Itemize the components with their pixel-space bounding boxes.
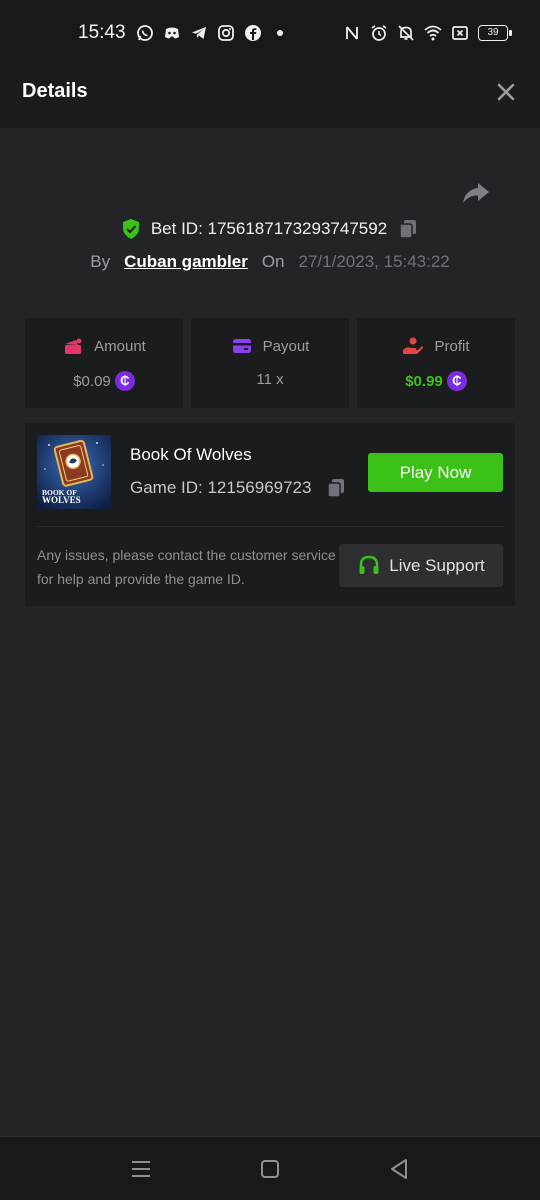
game-card: BOOK OF WOLVES Book Of Wolves Game ID: 1…	[25, 423, 515, 606]
instagram-icon	[218, 25, 234, 41]
recent-apps-icon[interactable]	[129, 1157, 153, 1181]
user-link[interactable]: Cuban gambler	[124, 252, 248, 272]
status-time: 15:43	[78, 22, 126, 43]
payout-card: Payout 11 x	[191, 318, 349, 408]
back-icon[interactable]	[387, 1157, 411, 1181]
wifi-icon	[424, 25, 442, 41]
profit-card: Profit $0.99 ₵	[357, 318, 515, 408]
game-cover-image: BOOK OF WOLVES	[37, 435, 111, 509]
share-icon[interactable]	[460, 177, 492, 209]
verified-shield-icon	[122, 219, 139, 239]
game-id-row: Game ID: 12156969723	[130, 477, 347, 499]
close-icon[interactable]	[494, 80, 518, 104]
profit-icon	[403, 337, 424, 354]
amount-value: $0.09	[73, 372, 111, 390]
bell-off-icon	[398, 25, 414, 41]
help-text: Any issues, please contact the customer …	[37, 547, 336, 587]
bet-id: Bet ID: 1756187173293747592	[150, 219, 388, 238]
divider	[37, 526, 503, 527]
bet-date: 27/1/2023, 15:43:22	[298, 252, 450, 271]
system-nav-bar	[0, 1136, 540, 1200]
play-now-button[interactable]: Play Now	[368, 453, 503, 492]
details-header: Details	[0, 56, 540, 128]
on-label: On	[261, 252, 285, 271]
x-box-icon	[452, 26, 468, 40]
game-thumbnail[interactable]: BOOK OF WOLVES	[37, 435, 111, 509]
nfc-icon	[346, 26, 358, 40]
game-id: Game ID: 12156969723	[130, 478, 312, 497]
payout-card-icon	[232, 339, 251, 353]
copy-icon[interactable]	[325, 477, 347, 499]
system-icons: 39	[343, 24, 512, 42]
battery-icon: 39	[478, 25, 512, 41]
whatsapp-icon	[137, 25, 153, 41]
alarm-icon	[371, 25, 387, 41]
game-name: Book Of Wolves	[130, 445, 252, 464]
coin-icon: ₵	[446, 371, 467, 391]
live-support-label: Live Support	[389, 555, 485, 575]
amount-card: Amount $0.09 ₵	[25, 318, 183, 408]
home-icon[interactable]	[258, 1157, 282, 1181]
page-title: Details	[22, 80, 88, 102]
discord-icon	[165, 27, 179, 39]
amount-label: Amount	[94, 337, 146, 355]
headset-icon	[359, 555, 379, 574]
thumb-title-2: WOLVES	[42, 495, 81, 505]
live-support-button[interactable]: Live Support	[339, 544, 503, 587]
dot-icon	[277, 30, 283, 36]
bet-id-row: Bet ID: 1756187173293747592	[0, 216, 540, 242]
bet-stats: Amount $0.09 ₵ Payout 11 x Profit $0.99 …	[25, 318, 515, 408]
copy-icon[interactable]	[397, 218, 419, 240]
profit-label: Profit	[434, 337, 470, 355]
status-bar: 15:43 39	[0, 0, 540, 56]
notification-icons	[136, 24, 289, 42]
profit-value: $0.99	[405, 372, 443, 390]
coin-icon: ₵	[114, 371, 135, 391]
amount-icon	[65, 338, 82, 354]
telegram-icon	[192, 27, 206, 39]
facebook-icon	[245, 25, 261, 41]
bet-author-row: By Cuban gambler On 27/1/2023, 15:43:22	[0, 249, 540, 275]
payout-label: Payout	[262, 337, 310, 355]
by-label: By	[90, 252, 111, 271]
payout-value: 11 x	[256, 371, 284, 388]
